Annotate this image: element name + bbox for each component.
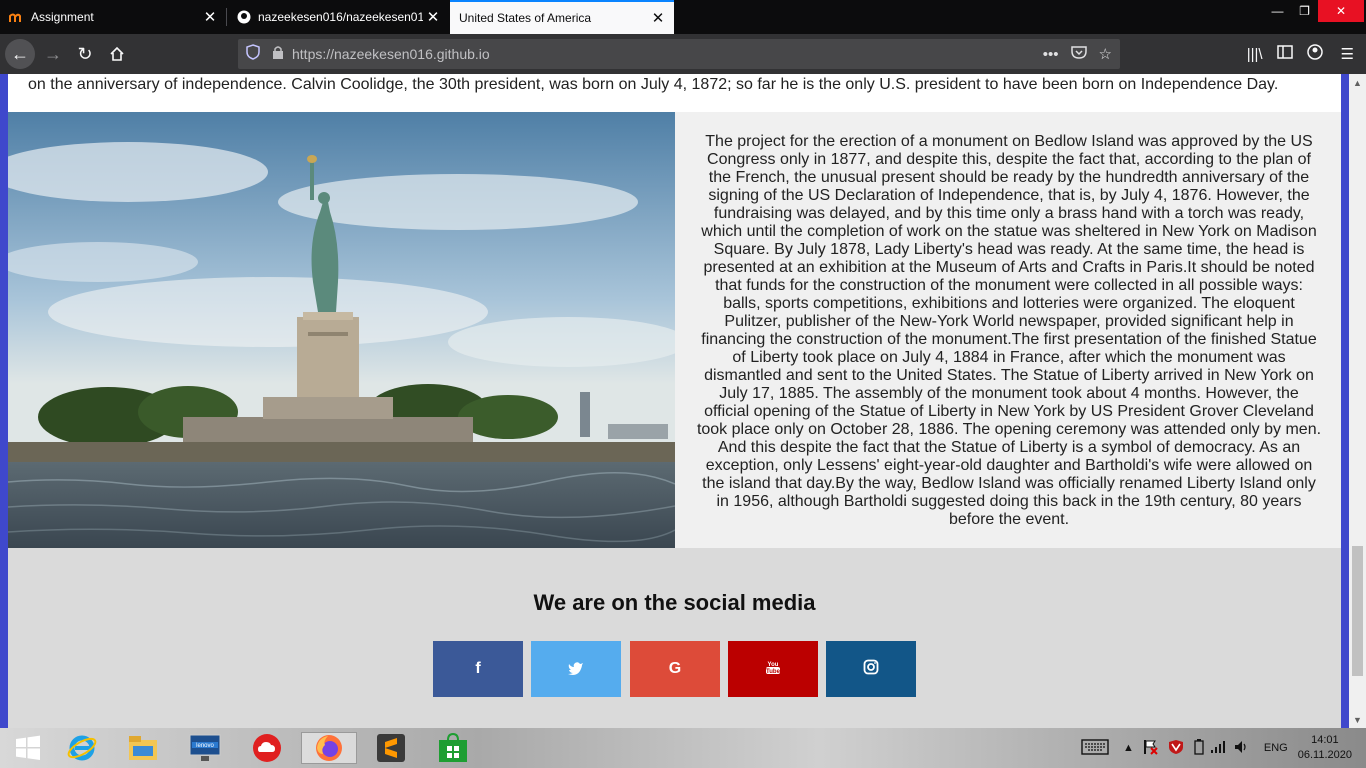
statue-history-text: The project for the erection of a monume… — [696, 133, 1322, 528]
system-clock[interactable]: 14:01 06.11.2020 — [1298, 733, 1352, 763]
close-tab-icon[interactable]: ✕ — [200, 8, 220, 26]
tracking-shield-icon[interactable] — [246, 43, 260, 65]
address-bar-actions: ••• ☆ — [1043, 39, 1112, 69]
home-icon[interactable] — [102, 39, 132, 69]
statue-section: The project for the erection of a monume… — [8, 112, 1341, 548]
social-media-heading: We are on the social media — [533, 590, 816, 615]
google-icon: G — [668, 660, 682, 677]
forward-arrow-icon[interactable]: → — [38, 39, 68, 69]
windows-taskbar: lenovo ▲ ENG 14:01 06.11.2020 — [0, 728, 1366, 768]
statue-of-liberty-photo — [8, 112, 675, 548]
tab-usa[interactable]: United States of America ✕ — [450, 0, 674, 34]
store-icon[interactable] — [425, 732, 481, 764]
input-language[interactable]: ENG — [1264, 742, 1288, 754]
keyboard-icon[interactable] — [1081, 738, 1109, 758]
github-icon — [236, 9, 252, 25]
page-actions-icon[interactable]: ••• — [1043, 46, 1059, 63]
url-text[interactable]: https://nazeekesen016.github.io — [292, 46, 490, 62]
mcafee-shield-icon[interactable] — [1168, 739, 1184, 758]
clock-date: 06.11.2020 — [1297, 749, 1352, 761]
file-explorer-icon[interactable] — [115, 732, 171, 764]
address-bar[interactable]: https://nazeekesen016.github.io ••• ☆ — [238, 39, 1120, 69]
intro-paragraph-tail: on the anniversary of independence. Calv… — [28, 76, 1279, 93]
network-flag-icon[interactable] — [1142, 739, 1158, 758]
svg-text:Tube: Tube — [766, 669, 781, 675]
bookmark-star-icon[interactable]: ☆ — [1099, 45, 1112, 63]
page-left-border — [0, 74, 8, 728]
volume-icon[interactable] — [1234, 740, 1250, 757]
tab-title: Assignment — [31, 10, 94, 24]
facebook-icon: f — [475, 660, 481, 677]
reload-icon[interactable]: ↻ — [70, 39, 100, 69]
wifi-signal-icon[interactable] — [1210, 740, 1226, 757]
start-button[interactable] — [0, 732, 56, 764]
tab-assignment[interactable]: Assignment ✕ — [0, 0, 226, 34]
maximize-icon[interactable]: ❐ — [1291, 0, 1318, 22]
tab-title: nazeekesen016/nazeekesen016. — [258, 10, 423, 24]
battery-icon[interactable] — [1194, 738, 1204, 758]
show-hidden-icons-icon[interactable]: ▲ — [1123, 742, 1134, 754]
window-controls: — ❐ ✕ — [1264, 0, 1364, 34]
instagram-icon — [863, 659, 879, 680]
google-button[interactable]: G — [630, 641, 720, 697]
account-icon[interactable] — [1306, 44, 1323, 64]
toolbar-actions: |||\ ☰ — [1247, 34, 1366, 74]
moodle-icon — [9, 9, 25, 25]
sidebar-icon[interactable] — [1276, 45, 1293, 63]
clock-time: 14:01 — [1311, 734, 1339, 746]
tab-title: United States of America — [459, 11, 592, 25]
web-page: on the anniversary of independence. Calv… — [0, 74, 1366, 728]
close-tab-icon[interactable]: ✕ — [423, 8, 443, 26]
cloud-app-icon[interactable] — [239, 732, 295, 764]
vertical-scrollbar[interactable]: ▲ ▼ — [1349, 74, 1366, 728]
social-media-section: We are on the social media f G You Tube — [8, 548, 1341, 728]
scroll-down-icon[interactable]: ▼ — [1349, 711, 1366, 728]
system-tray: ▲ ENG 14:01 06.11.2020 — [1081, 728, 1366, 768]
internet-explorer-icon[interactable] — [54, 732, 110, 764]
lenovo-app-icon[interactable]: lenovo — [177, 732, 233, 764]
facebook-button[interactable]: f — [433, 641, 523, 697]
tab-strip: Assignment ✕ nazeekesen016/nazeekesen016… — [0, 0, 1366, 34]
windows-logo-icon — [16, 735, 40, 760]
pocket-icon[interactable] — [1070, 45, 1087, 63]
close-tab-icon[interactable]: ✕ — [648, 9, 668, 27]
sublime-text-icon[interactable] — [363, 732, 419, 764]
menu-icon[interactable]: ☰ — [1341, 45, 1354, 63]
navigation-toolbar: ← → ↻ https://nazeekesen016.github.io ••… — [0, 34, 1366, 74]
svg-text:lenovo: lenovo — [196, 743, 214, 749]
library-icon[interactable]: |||\ — [1247, 46, 1263, 63]
minimize-icon[interactable]: — — [1264, 0, 1291, 22]
page-right-border — [1341, 74, 1349, 728]
lock-icon[interactable] — [272, 45, 284, 64]
scrollbar-thumb[interactable] — [1352, 546, 1363, 676]
tab-github[interactable]: nazeekesen016/nazeekesen016. ✕ — [227, 0, 449, 34]
close-window-icon[interactable]: ✕ — [1318, 0, 1364, 22]
twitter-button[interactable] — [531, 641, 621, 697]
youtube-button[interactable]: You Tube — [728, 641, 818, 697]
twitter-icon — [568, 661, 584, 678]
youtube-icon: You Tube — [765, 659, 781, 680]
scroll-up-icon[interactable]: ▲ — [1349, 74, 1366, 91]
instagram-button[interactable] — [826, 641, 916, 697]
firefox-icon[interactable] — [301, 732, 357, 764]
back-arrow-icon[interactable]: ← — [5, 39, 35, 69]
